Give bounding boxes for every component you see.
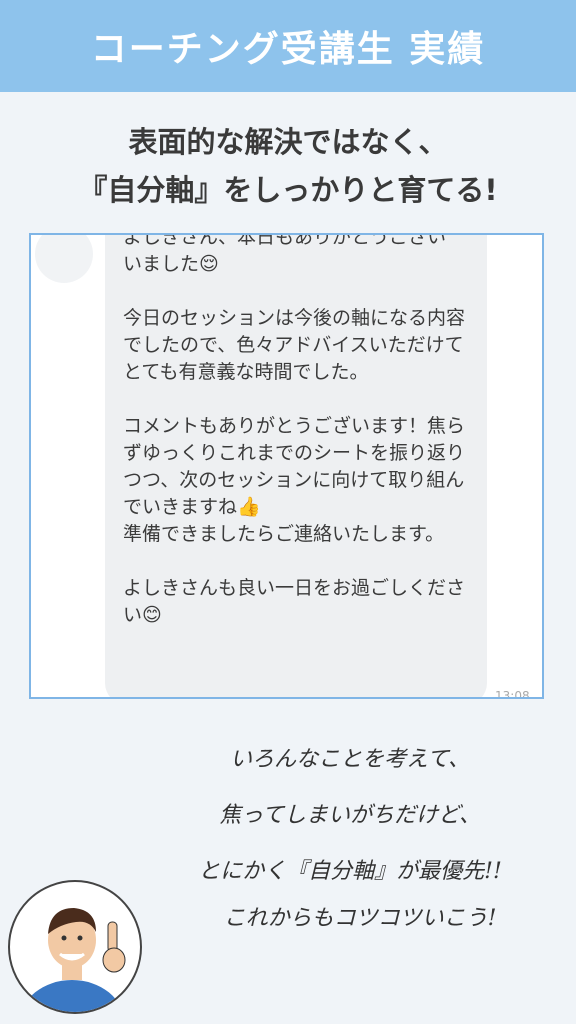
message-time: 13:08 [495,689,530,699]
comment-line-3: とにかく『自分軸』が最優先!! [198,859,502,884]
sender-avatar [35,235,93,283]
coach-comment: いろんなことを考えて、 焦ってしまいがちだけど、 とにかく『自分軸』が最優先!! [150,732,550,900]
comment-line-2: 焦ってしまいがちだけど、 [219,803,481,828]
headline: 表面的な解決ではなく、 『自分軸』をしっかりと育てる! [0,118,576,214]
coach-illustration [8,880,142,1014]
chat-screenshot: よしきさん、本日もありがとうござい いました😌 今日のセッションは今後の軸になる… [29,233,544,699]
comment-line-4: これからもコツコツいこう! [223,906,497,931]
banner-title: コーチング受講生 実績 [90,29,486,70]
headline-line-1: 表面的な解決ではなく、 [128,125,448,159]
headline-line-2: 『自分軸』をしっかりと育てる! [78,173,498,207]
comment-line-1: いろんなことを考えて、 [230,747,470,772]
message-text: よしきさん、本日もありがとうござい いました😌 今日のセッションは今後の軸になる… [123,233,466,626]
header-banner: コーチング受講生 実績 [0,0,576,92]
